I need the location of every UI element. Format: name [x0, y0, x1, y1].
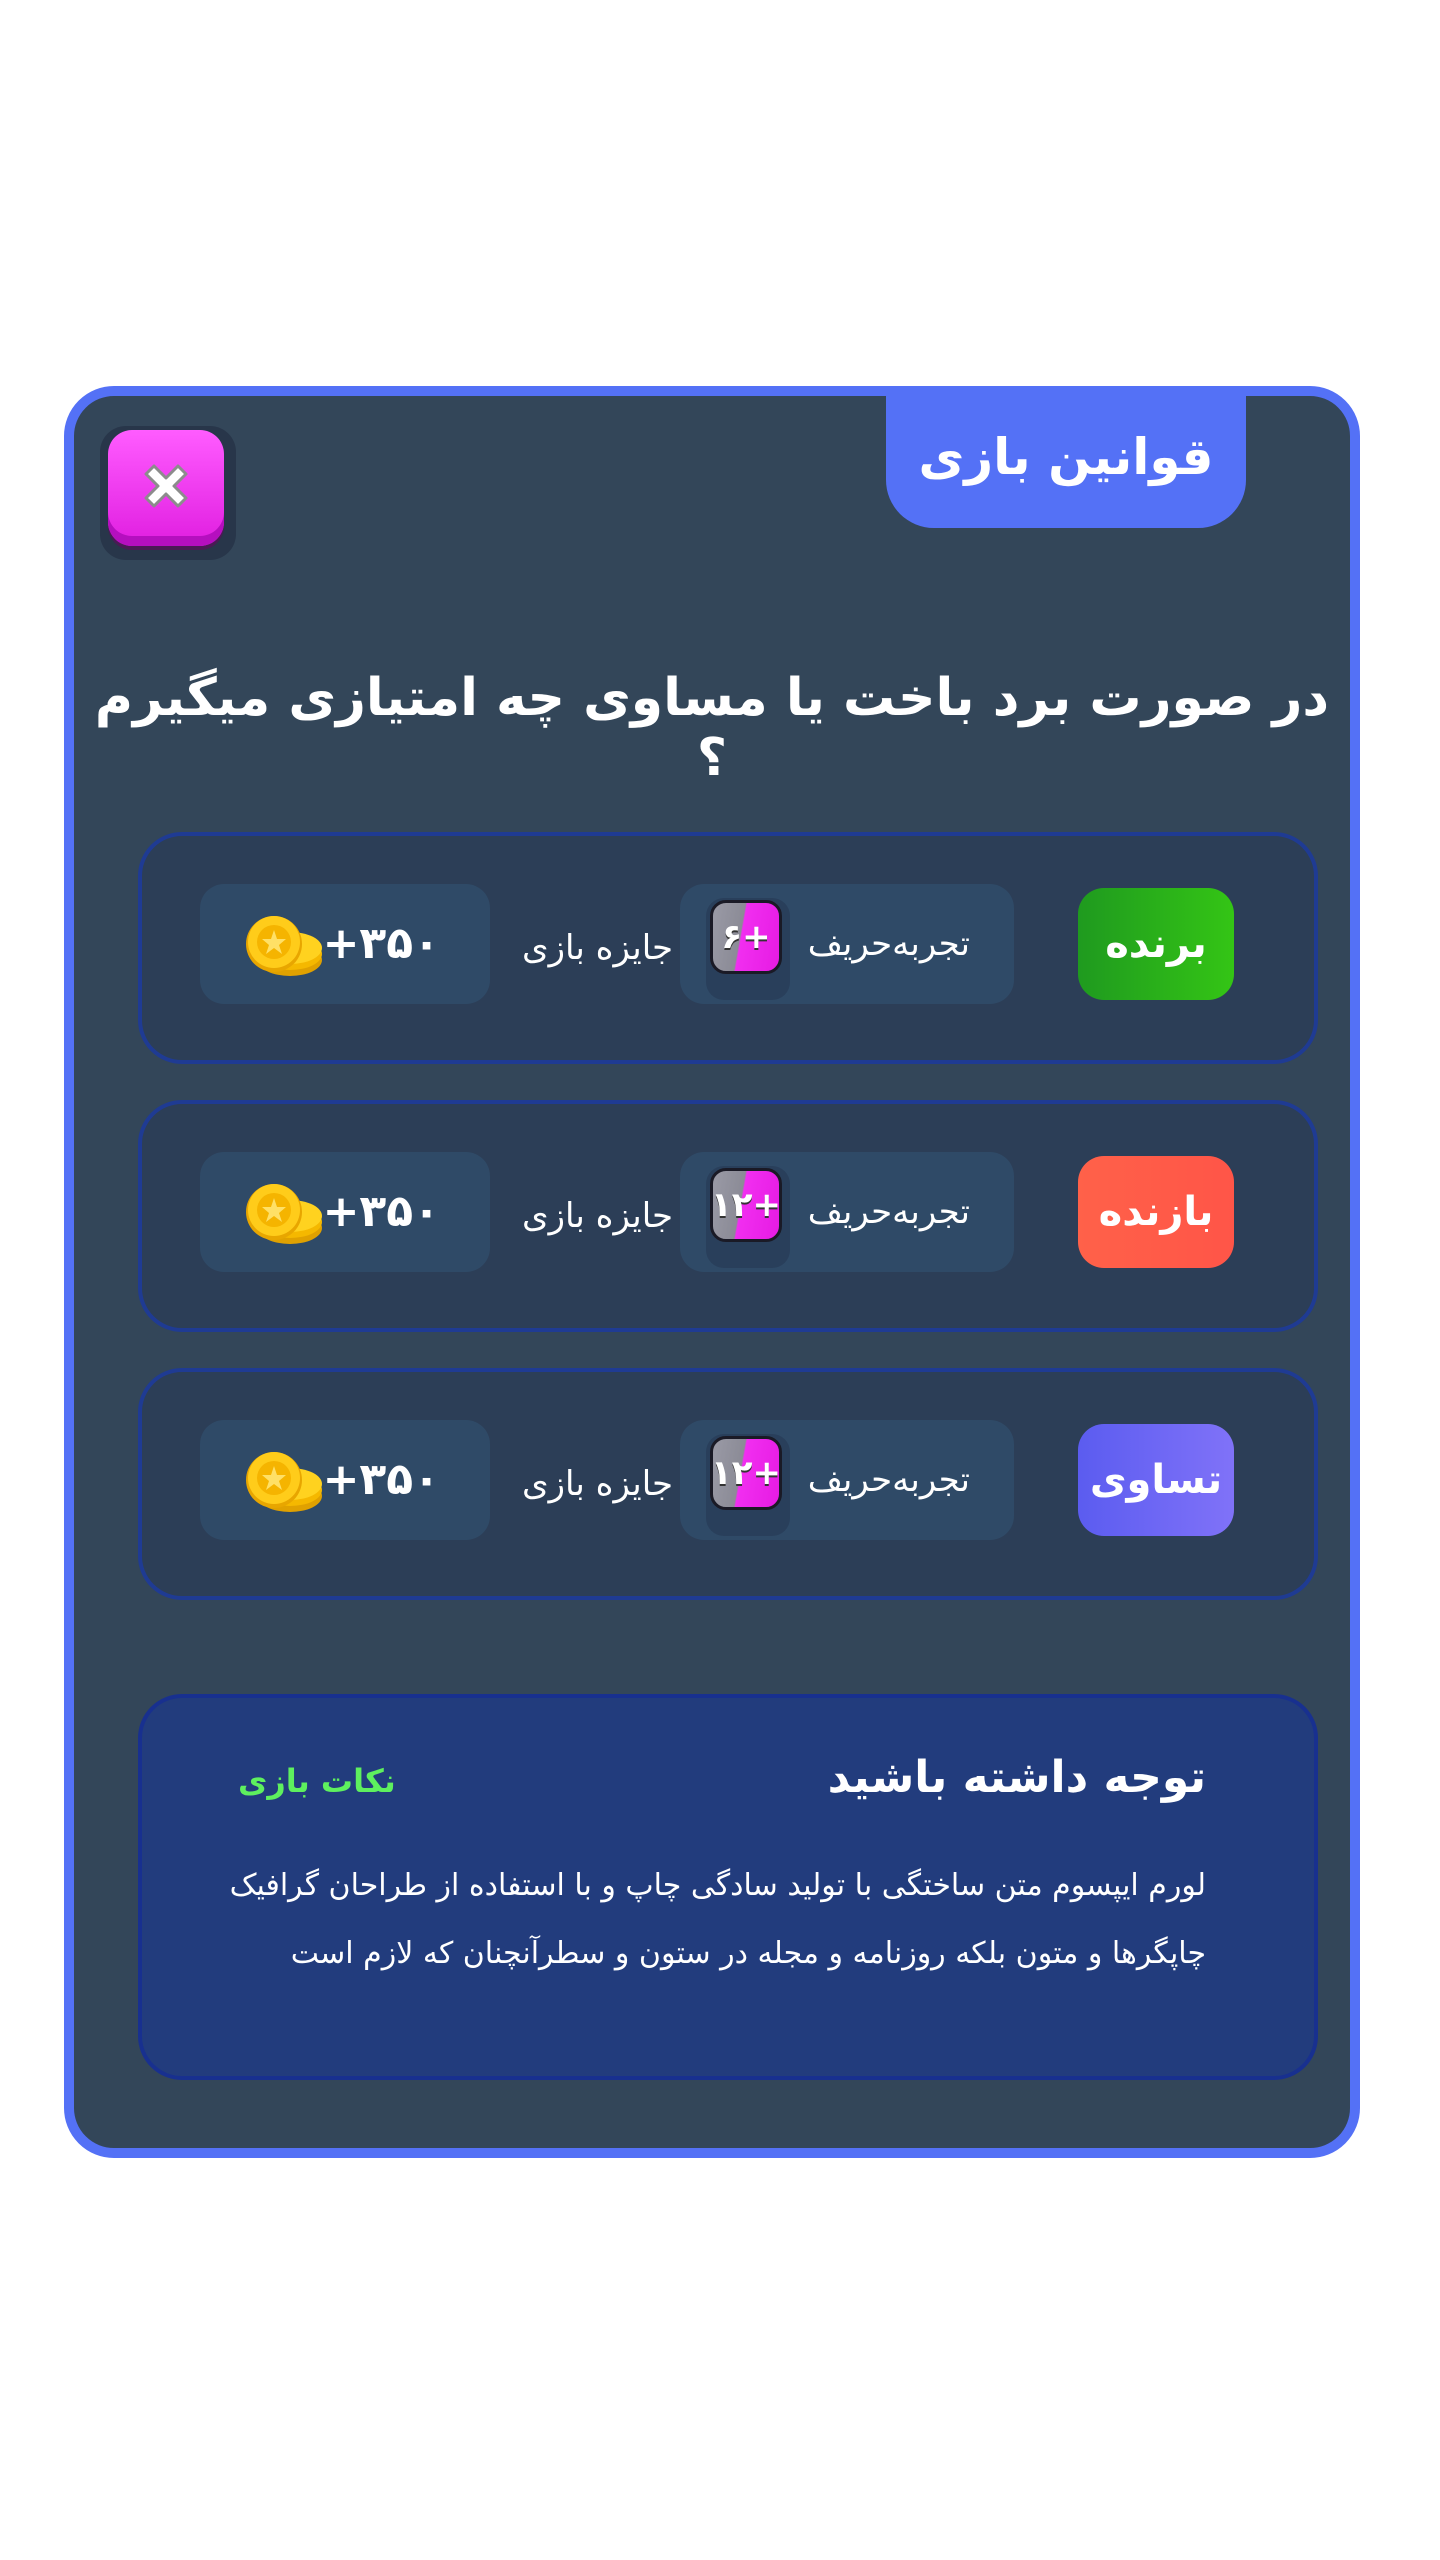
result-row-lose: بازنده تجربه‌حریف +۱۲ جایزه بازی +۳۵۰: [138, 1100, 1318, 1332]
note-body: لورم ایپسوم متن ساختگی با تولید سادگی چا…: [229, 1868, 1206, 1971]
prize-label: جایزه بازی: [522, 1196, 674, 1236]
xp-label: تجربه‌حریف: [807, 1192, 970, 1232]
close-button[interactable]: [108, 430, 224, 546]
close-icon: [138, 458, 194, 518]
note-title: توجه داشته باشید: [827, 1752, 1206, 1803]
xp-icon: +۶: [710, 900, 782, 974]
xp-box: تجربه‌حریف +۱۲: [680, 1152, 1014, 1272]
coin-stack-icon: [246, 916, 322, 976]
xp-box: تجربه‌حریف +۱۲: [680, 1420, 1014, 1540]
note-panel: توجه داشته باشید نکات بازی لورم ایپسوم م…: [138, 1694, 1318, 2080]
badge-lose: بازنده: [1078, 1156, 1234, 1268]
coin-value: +۳۵۰: [322, 1454, 440, 1505]
xp-icon: +۱۲: [710, 1168, 782, 1242]
xp-label: تجربه‌حریف: [807, 924, 970, 964]
coin-box: +۳۵۰: [200, 884, 490, 1004]
rules-dialog: قوانین بازی در صورت برد باخت یا مساوی چه…: [64, 386, 1360, 2158]
coin-value: +۳۵۰: [322, 918, 440, 969]
badge-win: برنده: [1078, 888, 1234, 1000]
prize-label: جایزه بازی: [522, 928, 674, 968]
result-row-draw: تساوی تجربه‌حریف +۱۲ جایزه بازی +۳۵۰: [138, 1368, 1318, 1600]
coin-value: +۳۵۰: [322, 1186, 440, 1237]
xp-label: تجربه‌حریف: [807, 1460, 970, 1500]
result-row-win: برنده تجربه‌حریف +۶ جایزه بازی +۳۵۰: [138, 832, 1318, 1064]
coin-box: +۳۵۰: [200, 1420, 490, 1540]
prize-label: جایزه بازی: [522, 1464, 674, 1504]
close-button-frame: [100, 426, 236, 560]
xp-icon: +۱۲: [710, 1436, 782, 1510]
coin-box: +۳۵۰: [200, 1152, 490, 1272]
coin-stack-icon: [246, 1452, 322, 1512]
rules-question: در صورت برد باخت یا مساوی چه امتیازی میگ…: [94, 668, 1330, 788]
coin-stack-icon: [246, 1184, 322, 1244]
badge-draw: تساوی: [1078, 1424, 1234, 1536]
note-tag: نکات بازی: [238, 1762, 396, 1800]
dialog-tab-title: قوانین بازی: [886, 386, 1246, 528]
xp-box: تجربه‌حریف +۶: [680, 884, 1014, 1004]
